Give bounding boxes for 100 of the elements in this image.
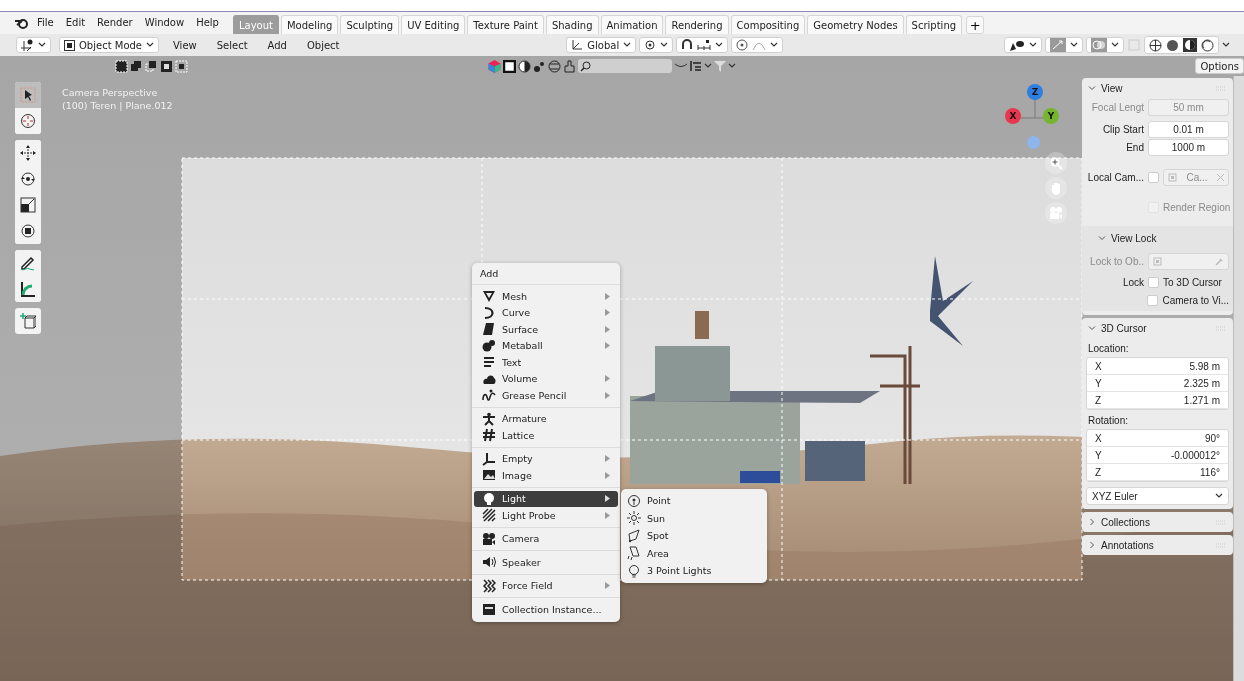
axis-label: Y	[1095, 449, 1102, 461]
pivot-dropdown[interactable]	[639, 37, 674, 53]
filter-dropdown[interactable]	[690, 60, 712, 72]
list-icon	[690, 60, 702, 72]
number-field[interactable]: 0.01 m	[1148, 120, 1229, 138]
editor-type-button[interactable]	[16, 37, 51, 53]
menu-item[interactable]: 3 Point Lights	[621, 562, 767, 580]
menu-item[interactable]: Volume	[474, 370, 618, 387]
menu-item[interactable]: Add	[261, 39, 293, 51]
workspace-tab[interactable]: Rendering	[665, 15, 729, 34]
menu-item[interactable]: Render	[93, 12, 137, 34]
number-field[interactable]: Z 116°	[1087, 464, 1228, 481]
shading-mode-group[interactable]	[1144, 36, 1219, 54]
workspace-tab[interactable]: Shading	[545, 15, 599, 34]
number-field[interactable]: Y -0.000012°	[1087, 447, 1228, 464]
proportional-edit-button[interactable]	[731, 37, 784, 53]
select-intersect-icon[interactable]	[175, 59, 188, 73]
workspace-tab[interactable]: Sculpting	[340, 15, 400, 34]
color-cube-icon[interactable]	[488, 59, 501, 73]
pencil-icon	[20, 255, 36, 271]
menu-item[interactable]: Text	[474, 354, 618, 371]
menu-item[interactable]: Edit	[61, 12, 90, 34]
select-new-icon[interactable]	[115, 59, 128, 73]
material-shading-icon[interactable]	[1183, 38, 1197, 52]
search-field[interactable]	[578, 59, 672, 73]
checkbox[interactable]	[1147, 294, 1159, 306]
overlay-dropdown[interactable]	[1086, 37, 1124, 53]
wireframe-shading-icon[interactable]	[1149, 38, 1162, 52]
collapse-icon[interactable]	[674, 62, 688, 70]
menu-item[interactable]: Camera	[474, 530, 618, 547]
visibility-dropdown[interactable]	[1004, 37, 1042, 53]
sphere-shading-icon[interactable]	[518, 59, 531, 73]
menu-item[interactable]: Area	[621, 544, 767, 562]
menu-item[interactable]: Grease Pencil	[474, 387, 618, 404]
menu-item[interactable]: Force Field	[474, 577, 618, 594]
orientation-dropdown[interactable]: Global	[566, 37, 637, 53]
solid-shading-icon[interactable]	[1166, 38, 1179, 52]
chevron-down-icon	[770, 42, 779, 48]
snap-dropdown[interactable]	[676, 37, 729, 53]
subpanel-header[interactable]: View Lock	[1098, 228, 1157, 248]
checkbox[interactable]	[1148, 276, 1159, 288]
menu-item[interactable]: Surface	[474, 321, 618, 338]
paint-brush-icon[interactable]	[563, 59, 576, 73]
menu-item[interactable]: Select	[210, 39, 254, 51]
menu-item[interactable]: Mesh	[474, 288, 618, 305]
number-field[interactable]: X 5.98 m	[1087, 358, 1228, 375]
menu-item[interactable]: Spot	[621, 527, 767, 545]
workspace-tab[interactable]: Modeling	[280, 15, 339, 34]
funnel-dropdown[interactable]	[714, 60, 736, 72]
menu-item[interactable]: Empty	[474, 450, 618, 467]
workspace-tab[interactable]: Geometry Nodes	[807, 15, 904, 34]
select-extend-icon[interactable]	[130, 59, 143, 73]
menu-item[interactable]: Metaball	[474, 337, 618, 354]
add-workspace-button[interactable]: +	[966, 16, 985, 34]
globe-icon[interactable]	[548, 59, 561, 73]
menu-item[interactable]: Collection Instance...	[474, 601, 618, 618]
options-button[interactable]: Options	[1195, 58, 1244, 74]
menu-item[interactable]: Sun	[621, 509, 767, 527]
panel-header[interactable]: View	[1082, 78, 1233, 98]
field-label: Focal Lengt	[1090, 101, 1144, 113]
select-invert-icon[interactable]	[160, 59, 173, 73]
menu-item[interactable]: Help	[192, 12, 223, 34]
menu-item[interactable]: View	[167, 39, 203, 51]
select-box-tool[interactable]	[15, 82, 41, 108]
menu-item[interactable]: Light	[474, 490, 618, 507]
workspace-tab[interactable]: Texture Paint	[467, 15, 544, 34]
workspace-tab[interactable]: Scripting	[905, 15, 963, 34]
checkbox[interactable]	[1148, 171, 1159, 183]
object-box-icon[interactable]	[503, 59, 516, 73]
panel-header[interactable]: 3D Cursor	[1082, 318, 1233, 338]
rendered-shading-icon[interactable]	[1201, 38, 1214, 52]
panel-header[interactable]: Annotations	[1082, 535, 1233, 555]
select-subtract-icon[interactable]	[145, 59, 158, 73]
menu-item[interactable]: Object	[300, 39, 346, 51]
rotation-mode-dropdown[interactable]: XYZ Euler	[1086, 487, 1229, 505]
menu-item[interactable]: Curve	[474, 304, 618, 321]
menu-item[interactable]: Light Probe	[474, 507, 618, 524]
cursor-icon	[20, 113, 36, 129]
panel-header[interactable]: Collections	[1082, 512, 1233, 532]
workspace-tab[interactable]: Animation	[600, 15, 664, 34]
magnet-icon	[681, 39, 694, 51]
menu-item[interactable]: Speaker	[474, 554, 618, 571]
snap-increment-icon	[697, 39, 712, 51]
mode-dropdown[interactable]: Object Mode	[59, 37, 159, 53]
number-field[interactable]: Z 1.271 m	[1087, 392, 1228, 409]
menu-item[interactable]: Window	[140, 12, 189, 34]
menu-item[interactable]: Armature	[474, 410, 618, 427]
number-field[interactable]: Y 2.325 m	[1087, 375, 1228, 392]
menu-item[interactable]: Lattice	[474, 427, 618, 444]
number-field[interactable]: X 90°	[1087, 430, 1228, 447]
menu-item[interactable]: File	[33, 12, 58, 34]
menu-item[interactable]: Point	[621, 492, 767, 510]
menu-item[interactable]: Image	[474, 467, 618, 484]
light-bulb-icon	[482, 491, 496, 506]
workspace-tab[interactable]: Compositing	[730, 15, 806, 34]
particles-icon[interactable]	[533, 59, 546, 73]
workspace-tab[interactable]: UV Editing	[401, 15, 466, 34]
number-field[interactable]: 1000 m	[1148, 138, 1229, 156]
chevron-down-icon	[623, 42, 632, 48]
blender-logo-icon[interactable]	[14, 16, 29, 30]
